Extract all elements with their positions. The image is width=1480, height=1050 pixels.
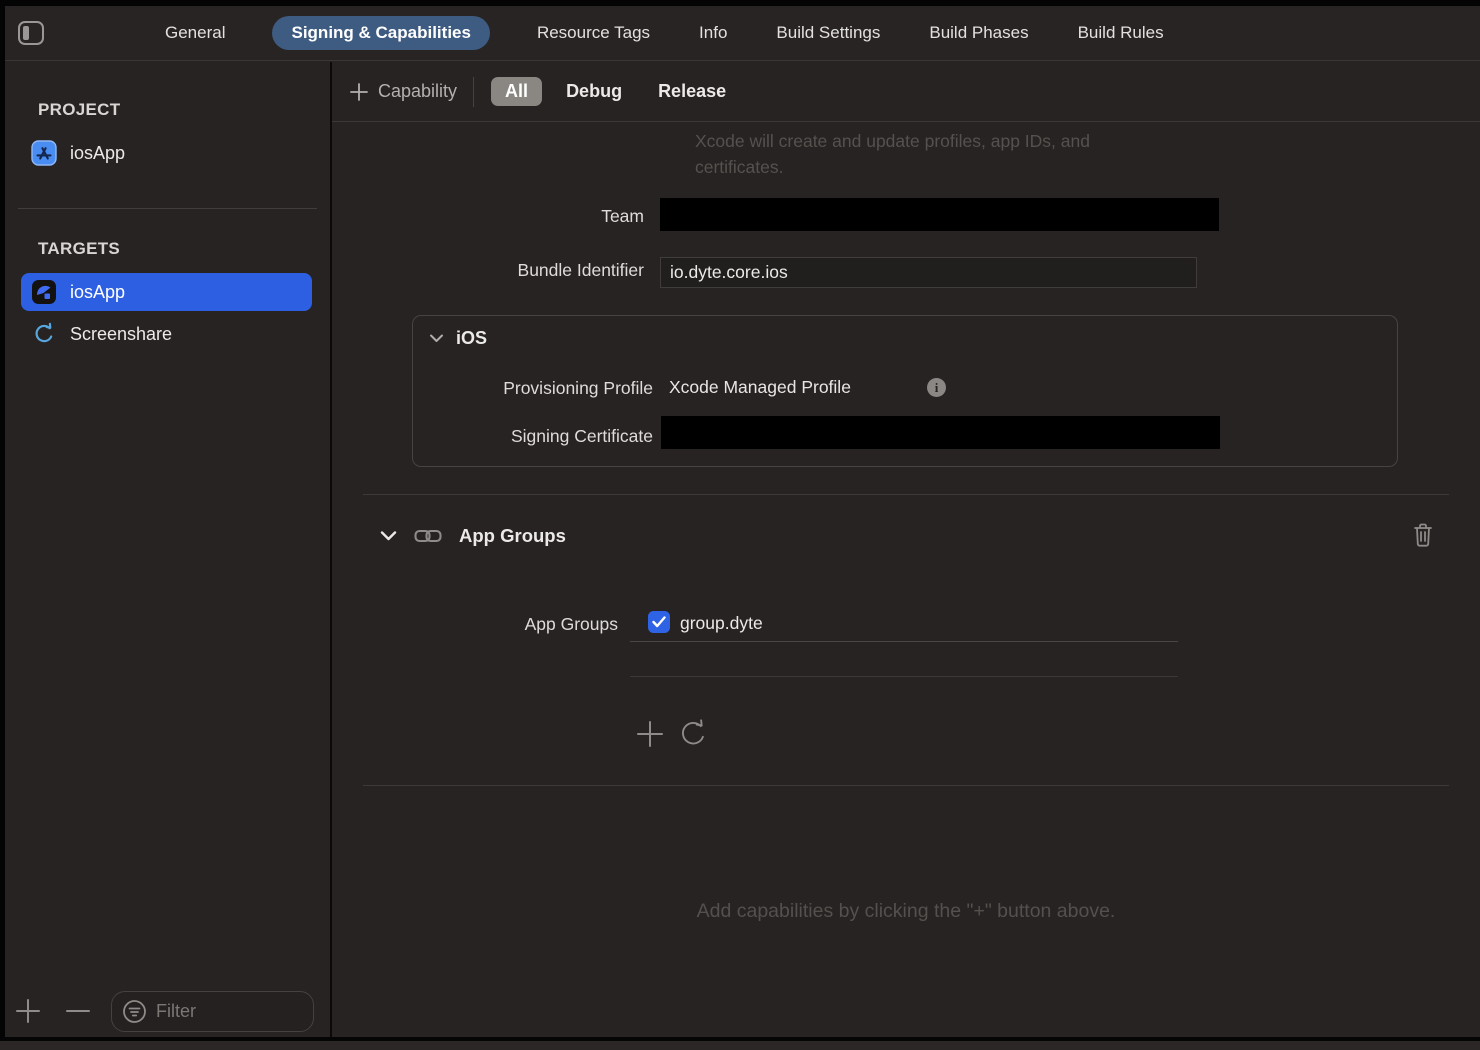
empty-state-hint: Add capabilities by clicking the "+" but… (332, 900, 1480, 923)
list-row-divider (630, 641, 1178, 642)
app-groups-title: App Groups (459, 525, 566, 547)
chevron-down-icon[interactable] (380, 530, 397, 542)
ios-signing-box: iOS Provisioning Profile Xcode Managed P… (412, 315, 1398, 467)
info-icon[interactable]: i (927, 378, 946, 397)
chevron-down-icon[interactable] (429, 333, 444, 344)
scope-debug[interactable]: Debug (566, 81, 622, 102)
tab-general[interactable]: General (163, 16, 227, 50)
tab-build-rules[interactable]: Build Rules (1076, 16, 1166, 50)
window-left-edge (0, 0, 5, 1050)
add-target-button[interactable] (13, 996, 43, 1026)
tab-build-phases[interactable]: Build Phases (927, 16, 1030, 50)
scope-all[interactable]: All (491, 77, 542, 106)
project-section-header: PROJECT (38, 100, 330, 120)
sidebar-content-divider (330, 62, 332, 1037)
bundle-identifier-label: Bundle Identifier (332, 260, 644, 281)
filter-icon (122, 999, 147, 1024)
signing-hint-text: Xcode will create and update profiles, a… (695, 128, 1090, 180)
scope-release[interactable]: Release (658, 81, 726, 102)
project-item-label: iosApp (70, 143, 125, 164)
team-label: Team (332, 206, 644, 227)
section-divider (363, 785, 1449, 786)
app-groups-row-label: App Groups (332, 614, 618, 635)
filter-field[interactable] (111, 991, 314, 1032)
bundle-identifier-input[interactable]: io.dyte.core.ios (660, 257, 1197, 288)
plus-icon (349, 82, 369, 102)
signing-scroll-area[interactable]: Xcode will create and update profiles, a… (332, 122, 1480, 1036)
sidebar-divider (18, 208, 317, 209)
xcode-window: General Signing & Capabilities Resource … (0, 0, 1480, 1050)
editor-tab-bar: General Signing & Capabilities Resource … (5, 6, 1480, 61)
refresh-app-groups-button[interactable] (679, 718, 709, 750)
app-groups-list-controls (635, 718, 709, 750)
app-store-icon (31, 140, 57, 166)
link-icon (414, 527, 442, 545)
tab-build-settings[interactable]: Build Settings (774, 16, 882, 50)
target-item-label: iosApp (70, 282, 125, 303)
sidebar-toggle-icon[interactable] (17, 20, 45, 46)
project-item-iosapp[interactable]: iosApp (21, 134, 312, 172)
section-divider (363, 494, 1449, 495)
bundle-identifier-value: io.dyte.core.ios (670, 262, 788, 283)
tab-resource-tags[interactable]: Resource Tags (535, 16, 652, 50)
list-row-divider (630, 676, 1178, 677)
filter-input[interactable] (156, 1001, 286, 1022)
add-app-group-button[interactable] (635, 718, 665, 750)
signing-certificate-value-redacted[interactable] (661, 416, 1220, 449)
project-navigator: PROJECT iosApp TARGETS iosApp (5, 62, 330, 985)
target-item-label: Screenshare (70, 324, 172, 345)
tab-signing-capabilities[interactable]: Signing & Capabilities (272, 16, 489, 50)
add-capability-button[interactable]: Capability (349, 81, 457, 102)
debug-bar-edge (0, 1041, 1480, 1050)
tab-info[interactable]: Info (697, 16, 729, 50)
toolbar-divider (473, 77, 474, 107)
signing-certificate-label: Signing Certificate (413, 426, 653, 447)
provisioning-profile-value: Xcode Managed Profile (669, 377, 851, 398)
target-app-icon (31, 279, 57, 305)
add-capability-label: Capability (378, 81, 457, 102)
provisioning-profile-label: Provisioning Profile (413, 378, 653, 399)
trash-icon[interactable] (1412, 522, 1434, 553)
targets-section-header: TARGETS (38, 239, 330, 259)
tab-group: General Signing & Capabilities Resource … (163, 16, 1166, 50)
app-group-item[interactable]: group.dyte (680, 613, 763, 634)
remove-target-button[interactable] (63, 996, 93, 1026)
ios-section-title: iOS (456, 328, 487, 349)
sidebar-footer (5, 985, 330, 1037)
target-item-iosapp[interactable]: iosApp (21, 273, 312, 311)
team-value-redacted[interactable] (660, 198, 1219, 231)
signing-capabilities-pane: Capability All Debug Release Xcode will … (332, 62, 1480, 1037)
refresh-icon (31, 321, 57, 347)
app-groups-section-header: App Groups (380, 525, 566, 547)
checkbox-checked-icon[interactable] (648, 611, 670, 633)
capability-toolbar: Capability All Debug Release (332, 62, 1480, 122)
target-item-screenshare[interactable]: Screenshare (21, 315, 312, 353)
